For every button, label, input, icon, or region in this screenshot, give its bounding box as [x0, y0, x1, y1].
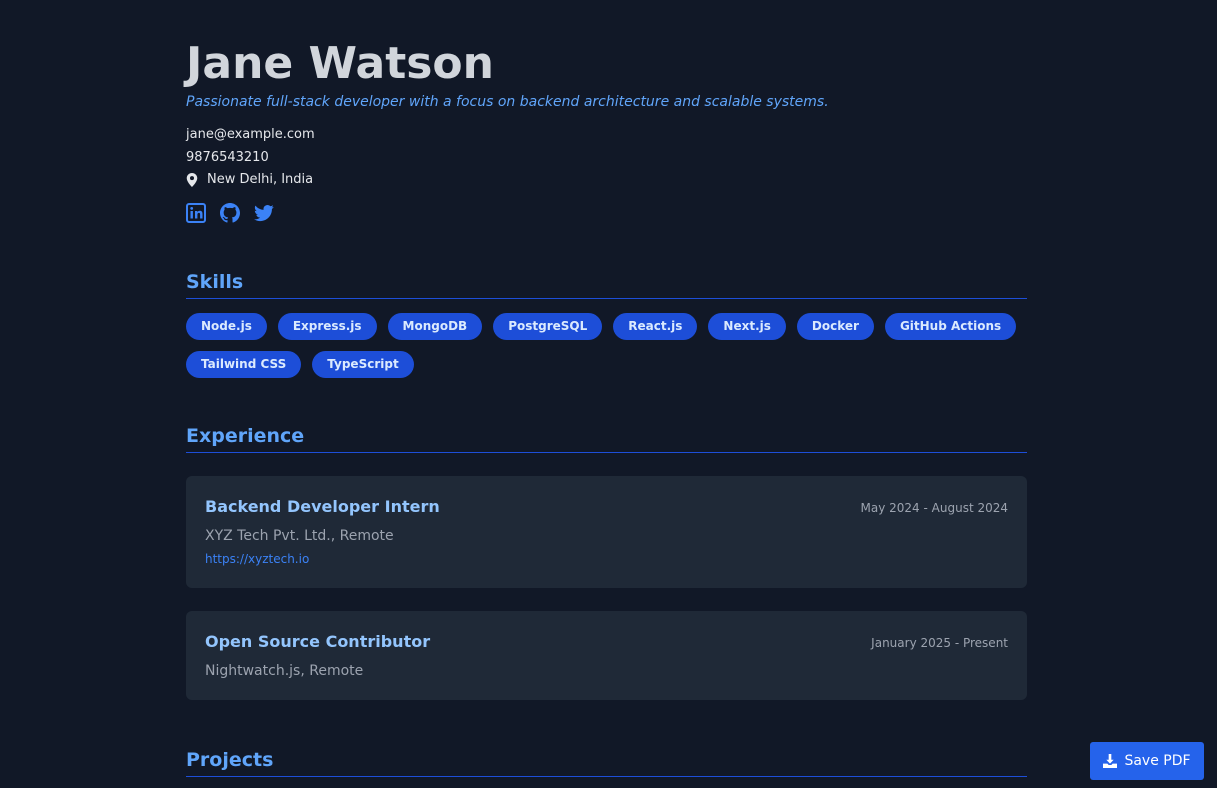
profile-name: Jane Watson	[186, 38, 494, 89]
skill-chip: TypeScript	[312, 351, 414, 378]
experience-card: Backend Developer Intern May 2024 - Augu…	[186, 476, 1027, 588]
skill-chip: PostgreSQL	[493, 313, 603, 340]
skill-chip: MongoDB	[387, 313, 483, 340]
location-text: New Delhi, India	[207, 172, 314, 187]
contact-email: jane@example.com	[186, 127, 315, 142]
skill-chip: React.js	[613, 313, 698, 340]
skills-list: Node.js Express.js MongoDB PostgreSQL Re…	[186, 313, 1027, 378]
github-icon[interactable]	[220, 203, 240, 223]
skill-chip: Tailwind CSS	[186, 351, 302, 378]
skill-chip: Next.js	[708, 313, 786, 340]
resume-page: Jane Watson Passionate full-stack develo…	[0, 0, 1217, 788]
section-title-skills: Skills	[186, 270, 1027, 299]
skill-chip: Express.js	[277, 313, 377, 340]
skill-chip: Docker	[796, 313, 874, 340]
job-company: XYZ Tech Pvt. Ltd., Remote	[205, 528, 394, 544]
job-title: Backend Developer Intern	[205, 497, 440, 516]
skill-chip: GitHub Actions	[884, 313, 1017, 340]
contact-location: New Delhi, India	[186, 172, 313, 187]
section-title-projects: Projects	[186, 748, 1027, 777]
save-pdf-button[interactable]: Save PDF	[1090, 742, 1204, 780]
job-company: Nightwatch.js, Remote	[205, 663, 364, 679]
linkedin-icon[interactable]	[186, 203, 206, 223]
twitter-icon[interactable]	[254, 203, 274, 223]
profile-tagline: Passionate full-stack developer with a f…	[186, 94, 829, 110]
save-pdf-label: Save PDF	[1124, 753, 1191, 769]
skill-chip: Node.js	[186, 313, 267, 340]
contact-phone: 9876543210	[186, 150, 269, 165]
job-title: Open Source Contributor	[205, 632, 431, 651]
job-dates: May 2024 - August 2024	[860, 501, 1008, 515]
section-title-experience: Experience	[186, 424, 1027, 453]
job-dates: January 2025 - Present	[871, 636, 1008, 650]
social-links	[186, 203, 274, 223]
download-icon	[1103, 754, 1118, 768]
experience-card: Open Source Contributor January 2025 - P…	[186, 611, 1027, 700]
map-pin-icon	[186, 172, 198, 187]
job-link[interactable]: https://xyztech.io	[205, 552, 309, 566]
